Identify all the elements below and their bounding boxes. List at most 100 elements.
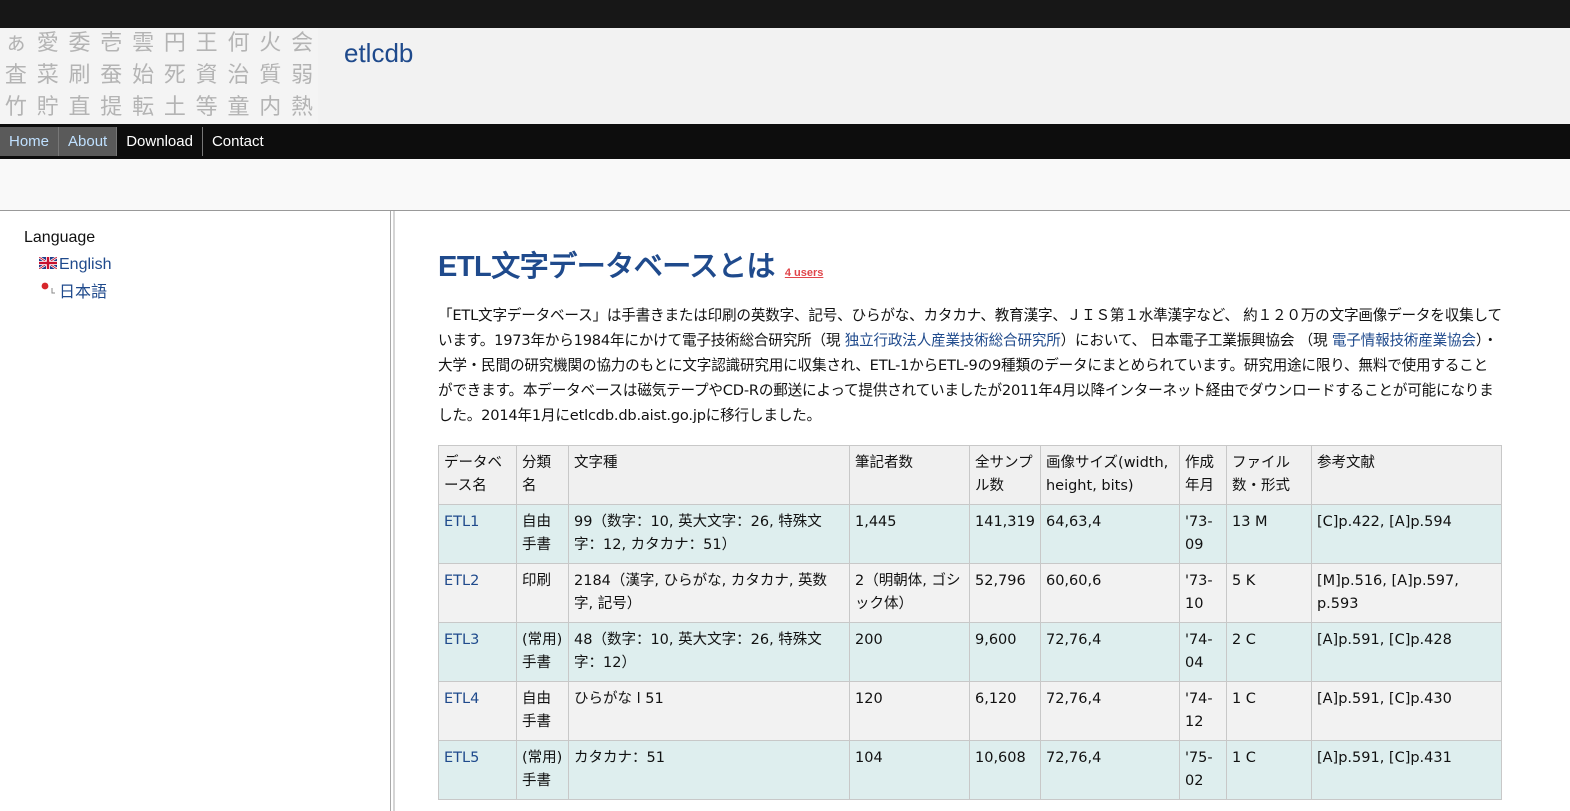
logo-char: 火: [259, 31, 282, 56]
logo-char: 内: [259, 95, 282, 120]
table-row: ETL3 (常用)手書 48（数字：10, 英大文字：26, 特殊文字：12） …: [438, 622, 1503, 682]
site-title[interactable]: etlcdb: [344, 38, 413, 69]
logo-char: 委: [68, 31, 91, 56]
database-link-etl3[interactable]: ETL3: [444, 632, 479, 648]
table-cell: 5 K: [1225, 563, 1312, 623]
column-header: 全サンプル数: [969, 445, 1041, 505]
database-link-etl4[interactable]: ETL4: [444, 691, 479, 707]
logo-char: 円: [163, 31, 186, 56]
logo-char: 土: [163, 95, 186, 120]
table-cell: 2184（漢字, ひらがな, カタカナ, 英数字, 記号）: [568, 563, 850, 623]
title-row: ETL文字データベースとは 4 users: [438, 243, 1502, 285]
table-cell: [A]p.591, [C]p.431: [1310, 740, 1503, 800]
database-link-etl2[interactable]: ETL2: [444, 573, 479, 589]
table-cell: 99（数字：10, 英大文字：26, 特殊文字：12, カタカナ：51）: [568, 504, 850, 564]
table-cell: '75-02: [1178, 740, 1227, 800]
logo-char: 王: [195, 31, 218, 56]
column-header: 作成年月: [1178, 445, 1227, 505]
table-cell: 72,76,4: [1039, 681, 1180, 741]
table-cell: 141,319: [969, 504, 1041, 564]
table-header-row: データベース名 分類名 文字種 筆記者数 全サンプル数 画像サイズ(width,…: [438, 445, 1503, 505]
table-cell: 2 C: [1225, 622, 1312, 682]
logo-char: 童: [227, 95, 250, 120]
column-header: 参考文献: [1310, 445, 1503, 505]
table-cell: 104: [849, 740, 970, 800]
logo-char: 何: [227, 31, 250, 56]
table-cell: 1,445: [849, 504, 970, 564]
logo-char: 始: [132, 63, 155, 88]
kanji-logo: ぁ愛委壱雲円王何火会査菜刷蚕始死資治質弱竹貯直提転土等童内熱: [0, 28, 318, 124]
logo-char: 壱: [100, 31, 123, 56]
logo-char: 転: [132, 95, 155, 120]
table-row: ETL2 印刷 2184（漢字, ひらがな, カタカナ, 英数字, 記号） 2（…: [438, 563, 1503, 623]
table-cell: 1 C: [1225, 681, 1312, 741]
column-header: 分類名: [516, 445, 569, 505]
jeita-link[interactable]: 電子情報技術産業協会: [1332, 332, 1476, 349]
table-cell: [C]p.422, [A]p.594: [1310, 504, 1503, 564]
logo-char: 等: [195, 95, 218, 120]
sidebar: Language English 日本語: [0, 211, 391, 811]
language-english-link[interactable]: English: [38, 256, 112, 274]
aist-link[interactable]: 独立行政法人産業技術総合研究所: [845, 332, 1061, 349]
table-cell: [A]p.591, [C]p.430: [1310, 681, 1503, 741]
table-cell: 9,600: [969, 622, 1041, 682]
table-cell: 52,796: [969, 563, 1041, 623]
table-cell: '73-10: [1178, 563, 1227, 623]
table-cell: 13 M: [1225, 504, 1312, 564]
language-english-label: English: [59, 256, 112, 273]
database-link-etl5[interactable]: ETL5: [444, 750, 479, 766]
users-badge[interactable]: 4 users: [785, 267, 824, 279]
table-row: ETL5 (常用)手書 カタカナ：51 104 10,608 72,76,4 '…: [438, 740, 1503, 800]
logo-char: 蚕: [100, 63, 123, 88]
intro-text-2: ）において、 日本電子工業振興協会 （現: [1060, 332, 1332, 349]
main-nav: Home About Download Contact: [0, 124, 1570, 159]
database-link-etl1[interactable]: ETL1: [444, 514, 479, 530]
logo-char: 治: [227, 63, 250, 88]
japan-flag-icon: [39, 281, 57, 299]
table-cell: '73-09: [1178, 504, 1227, 564]
table-row: ETL1 自由手書 99（数字：10, 英大文字：26, 特殊文字：12, カタ…: [438, 504, 1503, 564]
table-cell: [M]p.516, [A]p.597, p.593: [1310, 563, 1503, 623]
logo-char: 質: [259, 63, 282, 88]
logo-char: 査: [4, 63, 27, 88]
column-header: 筆記者数: [849, 445, 970, 505]
logo-char: 熱: [291, 95, 314, 120]
table-cell: '74-04: [1178, 622, 1227, 682]
language-japanese-link[interactable]: 日本語: [39, 278, 107, 302]
top-bar: [0, 0, 1570, 28]
table-cell: 6,120: [969, 681, 1041, 741]
language-heading: Language: [24, 229, 96, 246]
table-cell: 60,60,6: [1039, 563, 1180, 623]
sub-header-band: [0, 159, 1570, 211]
site-header: ぁ愛委壱雲円王何火会査菜刷蚕始死資治質弱竹貯直提転土等童内熱 etlcdb: [0, 28, 1570, 124]
table-cell: 10,608: [969, 740, 1041, 800]
table-cell: (常用)手書: [516, 740, 569, 800]
table-cell: 72,76,4: [1039, 622, 1180, 682]
logo-char: 資: [195, 63, 218, 88]
logo-char: 貯: [36, 95, 59, 120]
nav-about[interactable]: About: [59, 127, 118, 156]
table-cell: 72,76,4: [1039, 740, 1180, 800]
nav-download[interactable]: Download: [117, 127, 203, 156]
page-title: ETL文字データベースとは: [438, 251, 775, 283]
table-cell: カタカナ：51: [568, 740, 850, 800]
table-cell: ひらがな l 51: [568, 681, 850, 741]
nav-home[interactable]: Home: [0, 127, 60, 156]
logo-char: 竹: [4, 95, 27, 120]
logo-char: 直: [68, 95, 91, 120]
table-cell: 自由手書: [516, 681, 569, 741]
column-header: 画像サイズ(width, height, bits): [1039, 445, 1180, 505]
table-cell: 2（明朝体, ゴシック体）: [849, 563, 970, 623]
logo-char: 刷: [68, 63, 91, 88]
table-cell: 1 C: [1225, 740, 1312, 800]
table-cell: 48（数字：10, 英大文字：26, 特殊文字：12）: [568, 622, 850, 682]
logo-char: 雲: [132, 31, 155, 56]
language-japanese-label: 日本語: [59, 284, 108, 301]
database-table: データベース名 分類名 文字種 筆記者数 全サンプル数 画像サイズ(width,…: [438, 445, 1503, 800]
nav-contact[interactable]: Contact: [203, 127, 273, 156]
logo-char: 愛: [36, 31, 59, 56]
logo-char: 提: [100, 95, 123, 120]
table-cell: (常用)手書: [516, 622, 569, 682]
table-cell: 64,63,4: [1039, 504, 1180, 564]
column-header: ファイル数・形式: [1225, 445, 1312, 505]
